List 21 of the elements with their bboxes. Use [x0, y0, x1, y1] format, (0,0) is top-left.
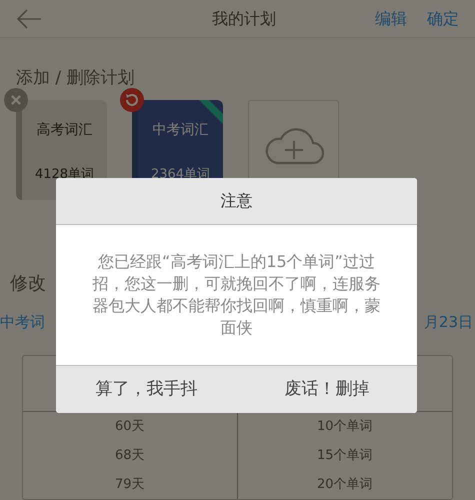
dialog-button[interactable]: 废话！删掉	[236, 366, 417, 413]
back-arrow-icon[interactable]	[16, 8, 42, 30]
table-cell: 68天	[23, 441, 238, 470]
dialog-message: 您已经跟“高考词汇上的15个单词”过过招，您这一删，可就挽回不了啊，连服务器包大人都不能帮你找回啊，慎重啊，蒙面侠	[92, 251, 381, 339]
section-title: 修改	[10, 272, 46, 296]
refresh-icon[interactable]	[120, 88, 144, 112]
plan-name: 中考词汇	[152, 120, 208, 140]
date-label: 月23日	[424, 312, 473, 332]
close-icon[interactable]	[4, 88, 28, 112]
plan-name: 中考词	[0, 312, 45, 332]
plan-name: 高考词汇	[36, 120, 92, 140]
table-cell: 79天	[23, 470, 238, 499]
header-action-button[interactable]: 编辑	[375, 6, 407, 30]
table-cell-text: 10个单词	[316, 418, 374, 436]
dialog-button[interactable]: 算了，我手抖	[56, 366, 236, 413]
dialog-title: 注意	[56, 178, 417, 225]
page-title: 我的计划	[212, 8, 276, 30]
table-cell-text: 15个单词	[316, 446, 374, 465]
table-cell-text: 20个单词	[316, 476, 374, 494]
header-action-button[interactable]: 确定	[427, 6, 459, 30]
section-title: 添加 / 删除计划	[16, 67, 136, 90]
